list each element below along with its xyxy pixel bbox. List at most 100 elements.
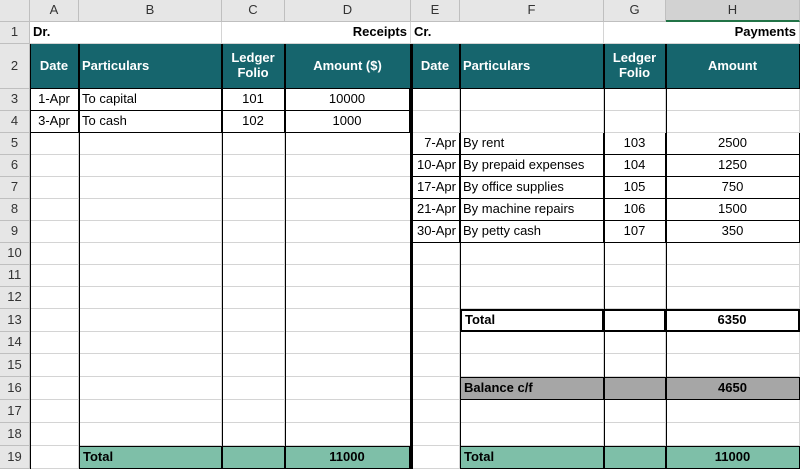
cell-d17[interactable] xyxy=(285,400,411,423)
cell-c9[interactable] xyxy=(222,221,285,243)
cell-d11[interactable] xyxy=(285,265,411,287)
payment-amount[interactable]: 1250 xyxy=(666,155,800,177)
cell-d8[interactable] xyxy=(285,199,411,221)
cell-h10[interactable] xyxy=(666,243,800,265)
cell-b18[interactable] xyxy=(79,423,222,446)
cell-e4[interactable] xyxy=(411,111,460,133)
cell-d9[interactable] xyxy=(285,221,411,243)
row-header-16[interactable]: 16 xyxy=(0,377,30,400)
cell-f4[interactable] xyxy=(460,111,604,133)
receipt-date[interactable]: 3-Apr xyxy=(30,111,79,133)
receipt-particulars[interactable]: To capital xyxy=(79,89,222,111)
row-header-8[interactable]: 8 xyxy=(0,199,30,221)
cell-e13[interactable] xyxy=(411,309,460,332)
cell-e12[interactable] xyxy=(411,287,460,309)
cell-d14[interactable] xyxy=(285,332,411,354)
payments-final-label[interactable]: Total xyxy=(460,446,604,469)
cell-d10[interactable] xyxy=(285,243,411,265)
payments-final-folio[interactable] xyxy=(604,446,666,469)
payment-particulars[interactable]: By rent xyxy=(460,133,604,155)
receipt-amount[interactable]: 10000 xyxy=(285,89,411,111)
cell-g11[interactable] xyxy=(604,265,666,287)
cell-b5[interactable] xyxy=(79,133,222,155)
header-left-3[interactable]: Amount ($) xyxy=(285,44,411,89)
payments-total-label[interactable]: Total xyxy=(460,309,604,332)
payment-folio[interactable]: 106 xyxy=(604,199,666,221)
row-header-15[interactable]: 15 xyxy=(0,354,30,377)
cell-g4[interactable] xyxy=(604,111,666,133)
receipt-date[interactable]: 1-Apr xyxy=(30,89,79,111)
cell-b11[interactable] xyxy=(79,265,222,287)
cell-e17[interactable] xyxy=(411,400,460,423)
spreadsheet-grid[interactable]: A B C D E F G H 1 2 3 4 5 6 7 8 9 10 11 12 13 14 15 16 17 18 19 Dr.… xyxy=(0,0,800,472)
balance-folio[interactable] xyxy=(604,377,666,400)
cell-a16[interactable] xyxy=(30,377,79,400)
cell-e11[interactable] xyxy=(411,265,460,287)
cell-a7[interactable] xyxy=(30,177,79,199)
cell-b7[interactable] xyxy=(79,177,222,199)
cell-h18[interactable] xyxy=(666,423,800,446)
label-receipts[interactable]: Receipts xyxy=(222,22,411,44)
receipt-folio[interactable]: 101 xyxy=(222,89,285,111)
row-header-3[interactable]: 3 xyxy=(0,89,30,111)
row-header-7[interactable]: 7 xyxy=(0,177,30,199)
payment-folio[interactable]: 105 xyxy=(604,177,666,199)
cell-d13[interactable] xyxy=(285,309,411,332)
column-header-h[interactable]: H xyxy=(666,0,800,22)
cell-b10[interactable] xyxy=(79,243,222,265)
cell-a18[interactable] xyxy=(30,423,79,446)
column-header-e[interactable]: E xyxy=(411,0,460,22)
cell-h11[interactable] xyxy=(666,265,800,287)
header-left-0[interactable]: Date xyxy=(30,44,79,89)
cell-c10[interactable] xyxy=(222,243,285,265)
cell-b15[interactable] xyxy=(79,354,222,377)
cell-a19[interactable] xyxy=(30,446,79,469)
receipt-amount[interactable]: 1000 xyxy=(285,111,411,133)
label-dr[interactable]: Dr. xyxy=(30,22,222,44)
row-header-13[interactable]: 13 xyxy=(0,309,30,332)
payment-amount[interactable]: 2500 xyxy=(666,133,800,155)
cell-f14[interactable] xyxy=(460,332,604,354)
cell-e3[interactable] xyxy=(411,89,460,111)
cell-a5[interactable] xyxy=(30,133,79,155)
row-header-1[interactable]: 1 xyxy=(0,22,30,44)
cell-a15[interactable] xyxy=(30,354,79,377)
payment-amount[interactable]: 750 xyxy=(666,177,800,199)
row-header-12[interactable]: 12 xyxy=(0,287,30,309)
cell-c11[interactable] xyxy=(222,265,285,287)
cell-f3[interactable] xyxy=(460,89,604,111)
cell-a14[interactable] xyxy=(30,332,79,354)
payment-particulars[interactable]: By machine repairs xyxy=(460,199,604,221)
row-header-17[interactable]: 17 xyxy=(0,400,30,423)
cell-c15[interactable] xyxy=(222,354,285,377)
balance-label[interactable]: Balance c/f xyxy=(460,377,604,400)
payment-folio[interactable]: 107 xyxy=(604,221,666,243)
column-header-a[interactable]: A xyxy=(30,0,79,22)
payment-amount[interactable]: 1500 xyxy=(666,199,800,221)
cell-g12[interactable] xyxy=(604,287,666,309)
cell-h4[interactable] xyxy=(666,111,800,133)
row-header-2[interactable]: 2 xyxy=(0,44,30,89)
row-header-6[interactable]: 6 xyxy=(0,155,30,177)
cell-e10[interactable] xyxy=(411,243,460,265)
row-header-18[interactable]: 18 xyxy=(0,423,30,446)
column-header-c[interactable]: C xyxy=(222,0,285,22)
cell-h15[interactable] xyxy=(666,354,800,377)
cell-a9[interactable] xyxy=(30,221,79,243)
cell-a13[interactable] xyxy=(30,309,79,332)
cell-e19[interactable] xyxy=(411,446,460,469)
cell-h12[interactable] xyxy=(666,287,800,309)
cell-e16[interactable] xyxy=(411,377,460,400)
cell-b17[interactable] xyxy=(79,400,222,423)
payments-total-folio[interactable] xyxy=(604,309,666,332)
row-header-11[interactable]: 11 xyxy=(0,265,30,287)
cell-h3[interactable] xyxy=(666,89,800,111)
cell-b13[interactable] xyxy=(79,309,222,332)
column-header-f[interactable]: F xyxy=(460,0,604,22)
cell-a10[interactable] xyxy=(30,243,79,265)
receipt-folio[interactable]: 102 xyxy=(222,111,285,133)
cell-f17[interactable] xyxy=(460,400,604,423)
payment-date[interactable]: 7-Apr xyxy=(411,133,460,155)
cell-d12[interactable] xyxy=(285,287,411,309)
label-payments[interactable]: Payments xyxy=(604,22,800,44)
